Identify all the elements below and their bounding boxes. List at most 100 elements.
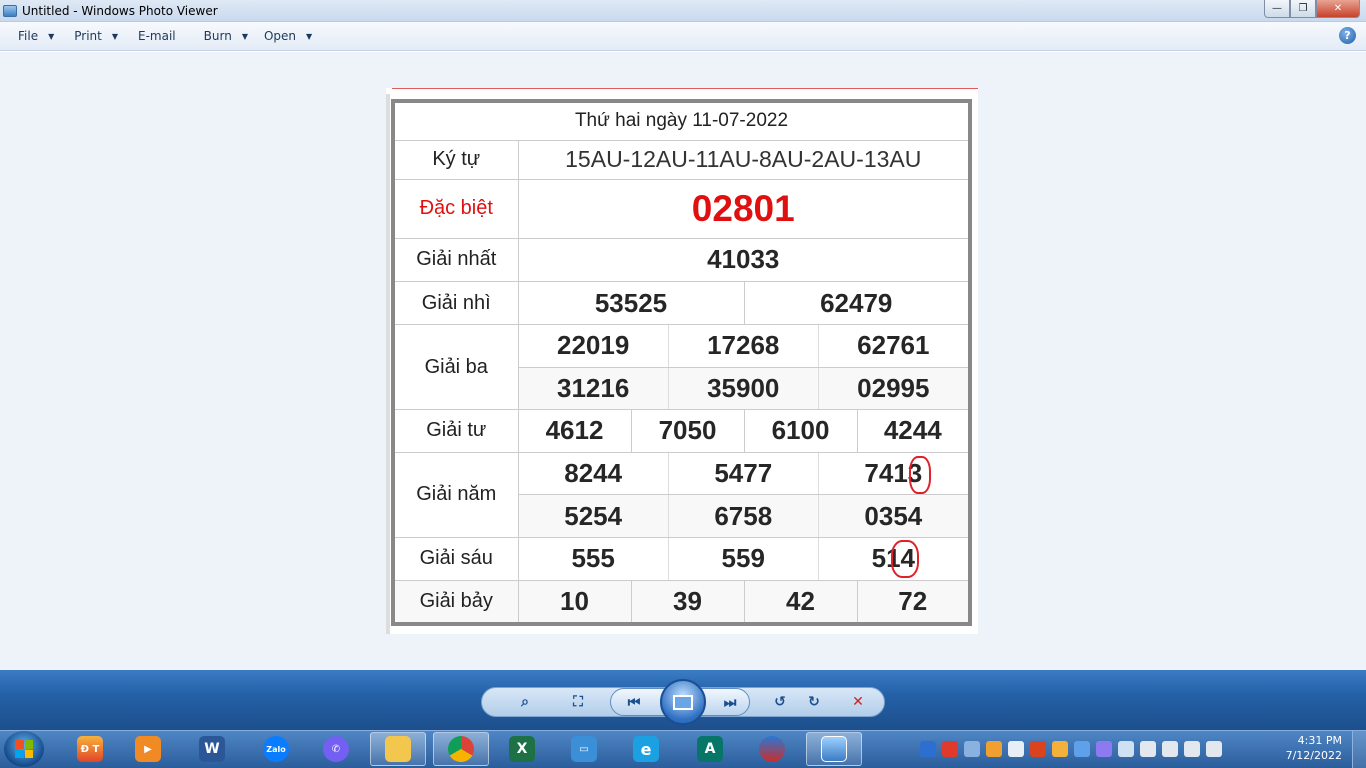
- app-tray-icon[interactable]: [1052, 741, 1068, 757]
- giaiba-value-2: 17268: [668, 325, 819, 367]
- giaiba-value-6: 02995: [818, 367, 968, 409]
- chevron-down-icon: ▼: [48, 31, 55, 41]
- taskbar-app-viber[interactable]: ✆: [308, 732, 364, 766]
- excel-icon: X: [509, 736, 535, 762]
- menu-burn-label: Burn: [203, 29, 232, 43]
- slideshow-button[interactable]: [660, 679, 706, 725]
- dacbiet-value: 02801: [517, 179, 971, 239]
- menu-email[interactable]: E-mail: [132, 25, 182, 47]
- viber-icon: ✆: [323, 736, 349, 762]
- taskbar-app-dt[interactable]: Đ T: [62, 732, 118, 766]
- media-player-icon: ▶: [135, 736, 161, 762]
- giaiba-value-4: 31216: [518, 367, 669, 409]
- clock-time: 4:31 PM: [1297, 734, 1342, 747]
- signal-icon[interactable]: [1206, 741, 1222, 757]
- giaitu-value-1: 4612: [517, 408, 632, 454]
- maximize-button[interactable]: ❐: [1290, 0, 1316, 18]
- taskbar-app-excel[interactable]: X: [494, 732, 550, 766]
- help-icon[interactable]: ?: [1339, 27, 1356, 44]
- chevron-down-icon: ▼: [111, 31, 119, 41]
- minimize-button[interactable]: —: [1264, 0, 1290, 18]
- giaiba-row-1-grid: 22019 17268 62761: [518, 325, 969, 367]
- menu-open[interactable]: Open ▼: [258, 25, 318, 47]
- giainhi-value-2: 62479: [743, 280, 971, 326]
- giaiba-row-2-grid: 31216 35900 02995: [518, 367, 968, 409]
- next-icon[interactable]: ⏭: [718, 693, 742, 713]
- volume-icon[interactable]: [1162, 741, 1178, 757]
- giaiba-value-3: 62761: [857, 330, 930, 361]
- giaisau-value-2: 559: [668, 537, 819, 581]
- giaiba-value-5: 35900: [668, 367, 819, 409]
- red-circle-mark: [909, 456, 931, 494]
- giaiba-value-1: 22019: [518, 325, 669, 367]
- show-desktop-button[interactable]: [1352, 731, 1366, 768]
- delete-icon[interactable]: ✕: [846, 692, 870, 712]
- zoom-icon[interactable]: ⌕: [510, 692, 540, 712]
- giaibay-value-3: 42: [743, 580, 858, 625]
- window-controls: — ❐ ✕: [1264, 0, 1360, 18]
- clock[interactable]: 4:31 PM 7/12/2022: [1272, 733, 1342, 763]
- kytu-value: 15AU-12AU-11AU-8AU-2AU-13AU: [517, 139, 971, 181]
- results-date-header: Thứ hai ngày 11-07-2022: [392, 100, 971, 141]
- photo-viewer-app-icon: [3, 4, 17, 17]
- dt-app-icon: Đ T: [77, 736, 103, 762]
- taskbar-app-zalo[interactable]: Zalo: [248, 732, 304, 766]
- actual-size-icon[interactable]: ⛶: [566, 692, 590, 712]
- app-tray-icon[interactable]: [1030, 741, 1046, 757]
- menu-file[interactable]: File ▼: [12, 25, 60, 47]
- giaiba-row-2: 31216 35900 02995: [517, 366, 971, 410]
- network-error-icon[interactable]: [1140, 741, 1156, 757]
- viber-tray-icon[interactable]: [1096, 741, 1112, 757]
- giainam-value-4: 5254: [518, 495, 669, 537]
- cloud-icon[interactable]: [1074, 741, 1090, 757]
- shield-icon[interactable]: [986, 741, 1002, 757]
- taskbar-app-photo-viewer[interactable]: [806, 732, 862, 766]
- word-icon: W: [199, 736, 225, 762]
- rotate-left-icon[interactable]: ↺: [768, 692, 792, 712]
- vn-tray-icon[interactable]: [942, 741, 958, 757]
- bluetooth-icon[interactable]: [1118, 741, 1134, 757]
- giaitu-value-3: 6100: [743, 408, 858, 454]
- taskbar-app-word[interactable]: W: [184, 732, 240, 766]
- dacbiet-label: Đặc biệt: [392, 179, 519, 239]
- menu-burn[interactable]: Burn ▼: [198, 25, 254, 47]
- network-tray-icon[interactable]: [964, 741, 980, 757]
- zalo-tray-icon[interactable]: [920, 741, 936, 757]
- giainam-row-1: 8244 5477 7413: [517, 452, 971, 496]
- giainam-value-5: 6758: [668, 495, 819, 537]
- chevron-down-icon: ▼: [241, 31, 248, 41]
- windows-logo-icon: [15, 740, 33, 758]
- taskbar-app-edge[interactable]: [744, 732, 800, 766]
- giaibay-label: Giải bảy: [392, 580, 519, 625]
- battery-icon[interactable]: [1184, 741, 1200, 757]
- start-button[interactable]: [4, 731, 44, 767]
- giainam-value-6: 0354: [818, 495, 968, 537]
- giaibay-value-4: 72: [856, 580, 971, 625]
- giaitu-value-2: 7050: [630, 408, 745, 454]
- taskbar-app-publisher[interactable]: A: [682, 732, 738, 766]
- menu-print[interactable]: Print ▼: [68, 25, 124, 47]
- giainhat-value: 41033: [517, 237, 971, 282]
- rotate-right-icon[interactable]: ↻: [802, 692, 826, 712]
- chevron-down-icon: ▼: [306, 31, 313, 41]
- taskbar-app-media[interactable]: ▶: [120, 732, 176, 766]
- app-tray-icon[interactable]: [1008, 741, 1024, 757]
- giainam-label: Giải năm: [392, 452, 519, 538]
- giainam-row-1-grid: 8244 5477 7413: [518, 453, 969, 495]
- giainam-row-2: 5254 6758 0354: [517, 494, 971, 538]
- previous-icon[interactable]: ⏮: [622, 693, 646, 713]
- chrome-icon: [448, 736, 474, 762]
- giaitu-label: Giải tư: [392, 408, 519, 454]
- giaiba-label: Giải ba: [392, 324, 519, 410]
- taskbar-app-explorer[interactable]: [370, 732, 426, 766]
- close-button[interactable]: ✕: [1316, 0, 1360, 18]
- taskbar-app-remote[interactable]: ▭: [556, 732, 612, 766]
- taskbar-app-chrome[interactable]: [433, 732, 489, 766]
- giainam-value-3: 7413: [864, 458, 923, 489]
- taskbar-app-ie[interactable]: e: [618, 732, 674, 766]
- giaisau-value-1: 555: [518, 537, 669, 581]
- slideshow-icon: [673, 694, 693, 710]
- menu-file-label: File: [18, 29, 39, 43]
- kytu-label: Ký tự: [392, 139, 519, 181]
- folder-icon: [385, 736, 411, 762]
